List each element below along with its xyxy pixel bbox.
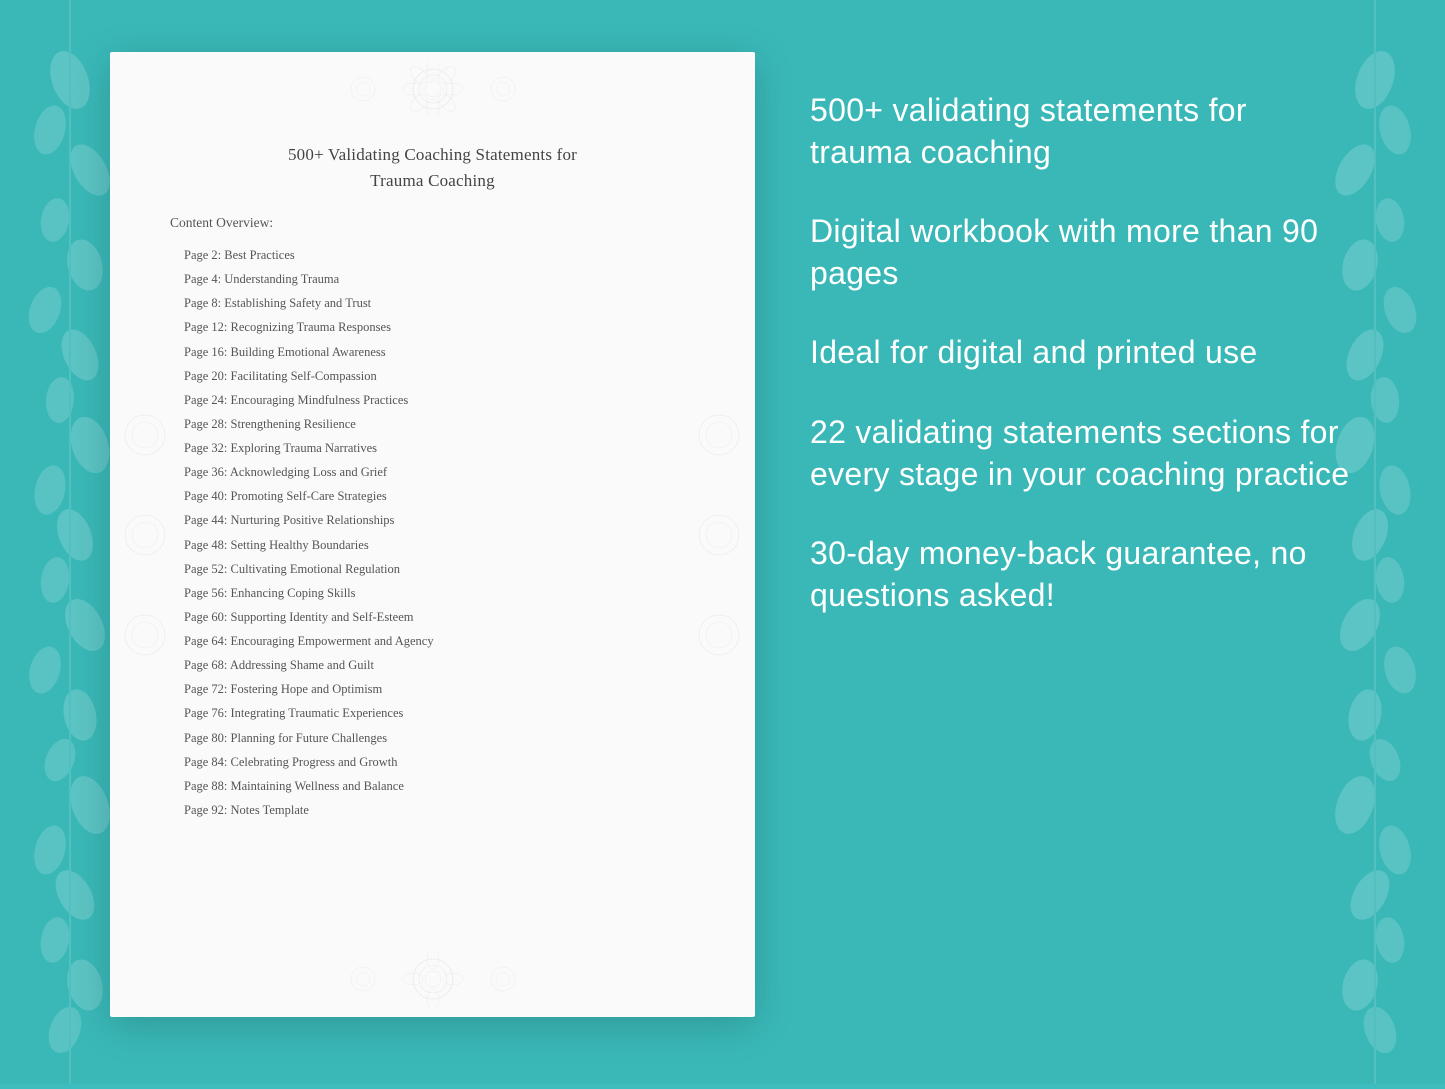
info-text-3: 22 validating statements sections for ev… bbox=[810, 412, 1350, 495]
toc-item: Page 64: Encouraging Empowerment and Age… bbox=[170, 629, 695, 653]
toc-item: Page 48: Setting Healthy Boundaries bbox=[170, 533, 695, 557]
toc-item: Page 40: Promoting Self-Care Strategies bbox=[170, 484, 695, 508]
toc-item: Page 16: Building Emotional Awareness bbox=[170, 340, 695, 364]
doc-title-line1: 500+ Validating Coaching Statements for bbox=[288, 145, 577, 164]
side-watermark-right bbox=[692, 385, 747, 685]
toc-item: Page 68: Addressing Shame and Guilt bbox=[170, 653, 695, 677]
toc-item: Page 24: Encouraging Mindfulness Practic… bbox=[170, 388, 695, 412]
toc-item: Page 12: Recognizing Trauma Responses bbox=[170, 315, 695, 339]
toc-item: Page 28: Strengthening Resilience bbox=[170, 412, 695, 436]
info-text-0: 500+ validating statements for trauma co… bbox=[810, 90, 1350, 173]
toc-item: Page 20: Facilitating Self-Compassion bbox=[170, 364, 695, 388]
toc-item: Page 72: Fostering Hope and Optimism bbox=[170, 677, 695, 701]
toc-item: Page 32: Exploring Trauma Narratives bbox=[170, 436, 695, 460]
doc-title-line2: Trauma Coaching bbox=[370, 171, 495, 190]
info-text-4: 30-day money-back guarantee, no question… bbox=[810, 533, 1350, 616]
document-card: 500+ Validating Coaching Statements for … bbox=[110, 52, 755, 1017]
info-text-1: Digital workbook with more than 90 pages bbox=[810, 211, 1350, 294]
toc-item: Page 44: Nurturing Positive Relationship… bbox=[170, 508, 695, 532]
info-block-1: Digital workbook with more than 90 pages bbox=[810, 211, 1350, 294]
toc-list: Page 2: Best PracticesPage 4: Understand… bbox=[170, 243, 695, 822]
toc-item: Page 4: Understanding Trauma bbox=[170, 267, 695, 291]
document-title: 500+ Validating Coaching Statements for … bbox=[170, 142, 695, 193]
info-block-4: 30-day money-back guarantee, no question… bbox=[810, 533, 1350, 616]
side-watermark-left bbox=[118, 385, 173, 685]
toc-item: Page 76: Integrating Traumatic Experienc… bbox=[170, 701, 695, 725]
toc-item: Page 2: Best Practices bbox=[170, 243, 695, 267]
toc-item: Page 88: Maintaining Wellness and Balanc… bbox=[170, 774, 695, 798]
info-block-0: 500+ validating statements for trauma co… bbox=[810, 90, 1350, 173]
toc-item: Page 52: Cultivating Emotional Regulatio… bbox=[170, 557, 695, 581]
info-panel: 500+ validating statements for trauma co… bbox=[790, 70, 1370, 674]
toc-item: Page 36: Acknowledging Loss and Grief bbox=[170, 460, 695, 484]
info-text-2: Ideal for digital and printed use bbox=[810, 332, 1350, 374]
toc-item: Page 56: Enhancing Coping Skills bbox=[170, 581, 695, 605]
toc-item: Page 60: Supporting Identity and Self-Es… bbox=[170, 605, 695, 629]
toc-item: Page 84: Celebrating Progress and Growth bbox=[170, 750, 695, 774]
toc-item: Page 92: Notes Template bbox=[170, 798, 695, 822]
toc-item: Page 80: Planning for Future Challenges bbox=[170, 726, 695, 750]
mandala-top-decoration bbox=[323, 62, 543, 117]
info-block-3: 22 validating statements sections for ev… bbox=[810, 412, 1350, 495]
toc-item: Page 8: Establishing Safety and Trust bbox=[170, 291, 695, 315]
content-overview-label: Content Overview: bbox=[170, 215, 695, 231]
info-block-2: Ideal for digital and printed use bbox=[810, 332, 1350, 374]
mandala-bottom-decoration bbox=[323, 952, 543, 1007]
